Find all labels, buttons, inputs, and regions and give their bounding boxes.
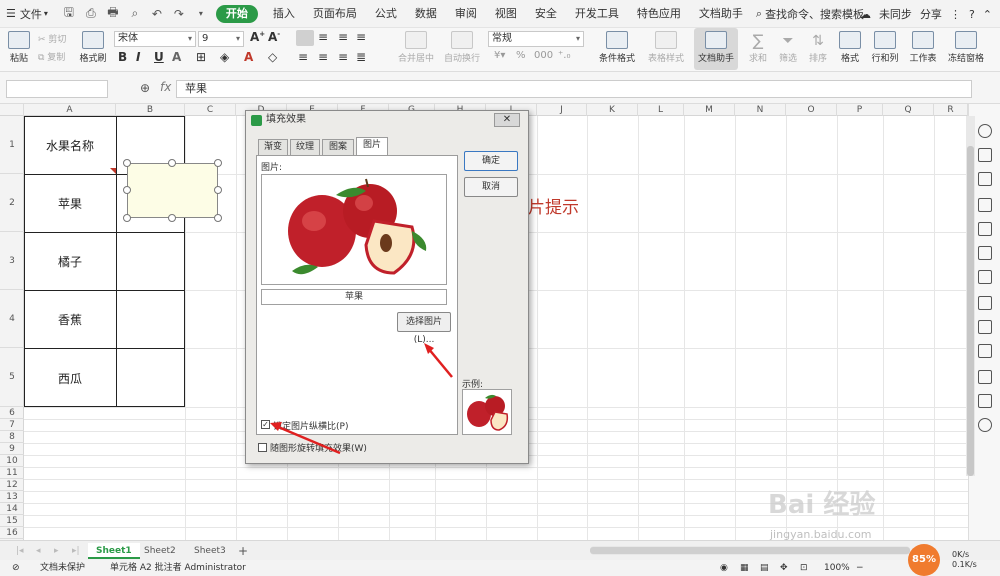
speed-badge[interactable]: 85% — [908, 544, 940, 576]
zoom-out-icon[interactable]: − — [856, 560, 864, 576]
watermark-brand: Bai 经验 — [768, 490, 876, 520]
sheet-tab-1[interactable]: Sheet1 — [88, 543, 140, 559]
add-sheet-button[interactable]: + — [230, 543, 256, 559]
zoom-level[interactable]: 100% — [824, 560, 850, 576]
net-speed: 0K/s 0.1K/s — [952, 550, 977, 570]
cell-info: 单元格 A2 批注者 Administrator — [110, 563, 246, 573]
protect-icon: ⊘ — [12, 563, 20, 573]
scrollbar-thumb[interactable] — [590, 547, 910, 554]
net-download: 0.1K/s — [952, 560, 977, 569]
horizontal-scrollbar[interactable] — [590, 546, 910, 555]
sheet-tab-3[interactable]: Sheet3 — [186, 543, 234, 559]
status-bar: ⊘ 文档未保护 单元格 A2 批注者 Administrator ◉ ▦ ▤ ✥… — [0, 560, 1000, 576]
view-layout-icon[interactable]: ▦ — [740, 560, 749, 576]
arrow-to-lock-ratio — [275, 424, 341, 455]
protect-status[interactable]: 文档未保护 — [40, 560, 85, 576]
view-normal-icon[interactable]: ◉ — [720, 560, 728, 576]
watermark-url: jingyan.baidu.com — [770, 528, 872, 541]
sheet-nav-last-icon[interactable]: ▸| — [64, 543, 88, 559]
arrow-to-select-button — [427, 347, 453, 378]
sheet-tab-2[interactable]: Sheet2 — [136, 543, 184, 559]
net-upload: 0K/s — [952, 550, 970, 559]
view-page-icon[interactable]: ▤ — [760, 560, 769, 576]
sheet-bar: |◂ ◂ ▸ ▸| Sheet1 Sheet2 Sheet3 + — [0, 540, 1000, 560]
view-fullscreen-icon[interactable]: ⊡ — [800, 560, 808, 576]
view-reading-icon[interactable]: ✥ — [780, 560, 788, 576]
